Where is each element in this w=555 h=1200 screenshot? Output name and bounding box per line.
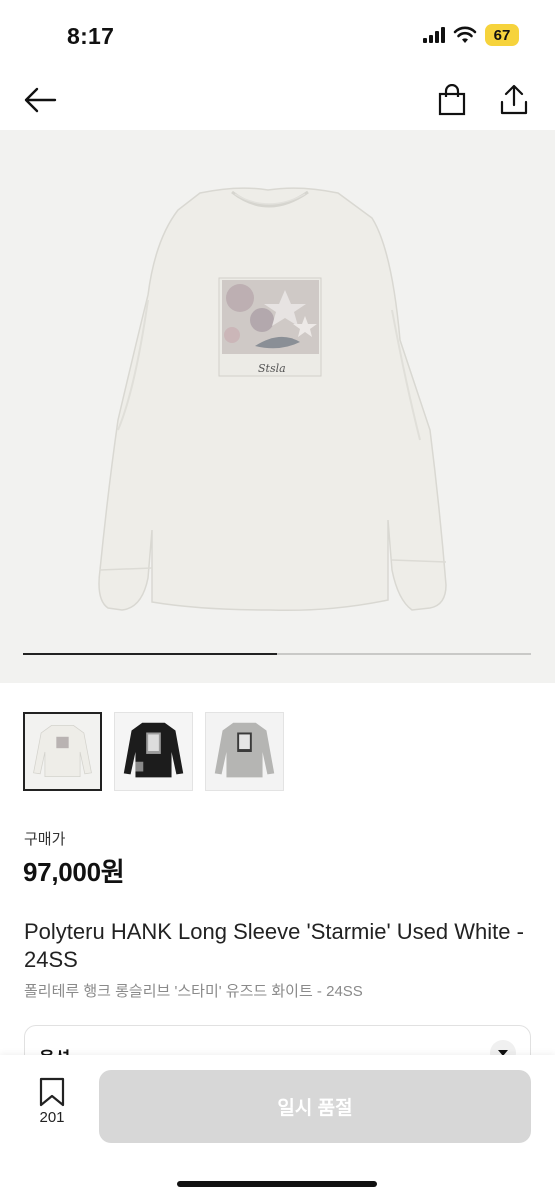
share-icon xyxy=(500,84,528,115)
status-time: 8:17 xyxy=(67,23,115,49)
status-bar: 8:17 67 xyxy=(0,0,555,70)
share-button[interactable] xyxy=(492,78,536,122)
thumbnail-grey[interactable] xyxy=(205,712,284,791)
signal-icon xyxy=(423,27,445,43)
wishlist-button[interactable]: 201 xyxy=(30,1077,74,1137)
back-arrow-icon xyxy=(24,87,57,113)
black-shirt-thumbnail-icon xyxy=(115,713,192,790)
shopping-bag-button[interactable] xyxy=(430,78,474,122)
gallery-progress-track xyxy=(23,653,531,655)
wishlist-count: 201 xyxy=(39,1109,65,1126)
product-title-en: Polyteru HANK Long Sleeve 'Starmie' Used… xyxy=(24,919,524,972)
nav-bar xyxy=(0,70,555,130)
back-button[interactable] xyxy=(18,78,62,122)
gallery-progress-fill xyxy=(23,653,277,655)
bookmark-icon xyxy=(39,1077,65,1107)
bottom-action-bar: 201 일시 품절 xyxy=(0,1055,555,1200)
print-signature: Stsla xyxy=(258,362,286,375)
wifi-icon xyxy=(453,26,477,43)
sold-out-button[interactable]: 일시 품절 xyxy=(99,1070,531,1143)
thumbnail-list xyxy=(23,712,284,791)
home-indicator xyxy=(177,1181,377,1187)
product-title-ko: 폴리테루 행크 롱슬리브 '스타미' 유즈드 화이트 - 24SS xyxy=(24,983,363,1000)
thumbnail-black[interactable] xyxy=(114,712,193,791)
product-image[interactable]: Stsla xyxy=(0,130,555,683)
battery-icon: 67 xyxy=(485,24,519,46)
price-label: 구매가 xyxy=(24,831,66,848)
price-value: 97,000원 xyxy=(23,857,125,887)
status-icons: 67 xyxy=(423,24,519,46)
tshirt-illustration: Stsla xyxy=(98,187,447,612)
shopping-bag-icon xyxy=(438,84,466,116)
white-shirt-thumbnail-icon xyxy=(33,725,92,778)
thumbnail-white[interactable] xyxy=(23,712,102,791)
grey-shirt-thumbnail-icon xyxy=(206,713,283,790)
